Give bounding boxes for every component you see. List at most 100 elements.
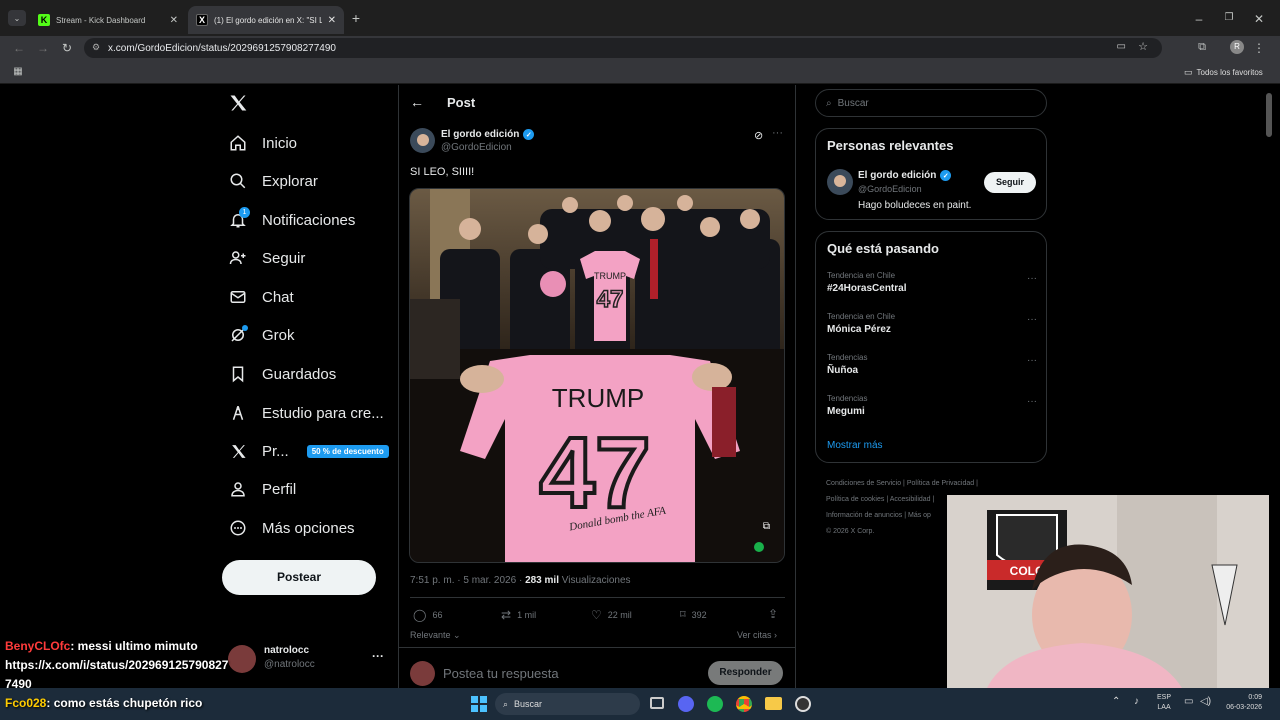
folder-icon: ▭ <box>1184 67 1193 77</box>
file-explorer-icon[interactable] <box>765 697 782 710</box>
footer-link[interactable]: Más op <box>908 512 931 519</box>
grok-explain-icon[interactable]: ⊘ <box>754 129 763 142</box>
mic-icon[interactable]: ♪ <box>1134 696 1139 707</box>
account-handle: @natrolocc <box>264 659 315 670</box>
nav-item-guardados[interactable]: Guardados <box>228 357 336 391</box>
trend-more-icon[interactable]: ··· <box>1027 355 1037 366</box>
address-bar[interactable]: ⚙ x.com/GordoEdicion/status/202969125790… <box>84 38 1162 58</box>
sort-dropdown[interactable]: Relevante ⌄ <box>410 630 461 641</box>
back-arrow-icon[interactable]: ← <box>410 94 424 110</box>
trend-item[interactable]: Tendencias Megumi ··· <box>827 394 1037 417</box>
trend-more-icon[interactable]: ··· <box>1027 396 1037 407</box>
search-box[interactable]: ⌕ Buscar <box>815 89 1047 117</box>
like-action[interactable]: ♡ 22 mil <box>591 608 632 622</box>
nav-item-grok[interactable]: Grok <box>228 318 295 352</box>
reload-icon[interactable]: ↻ <box>60 41 74 55</box>
photo-illustration: TRUMP 47 TRUMP 47 Donald bomb the AFA <box>410 189 784 562</box>
close-tab-icon[interactable]: ✕ <box>328 15 336 26</box>
nav-item-chat[interactable]: Chat <box>228 280 294 314</box>
language-indicator[interactable]: ESP LAA <box>1157 693 1171 713</box>
post-button[interactable]: Postear <box>222 560 376 595</box>
nav-item-seguir[interactable]: Seguir <box>228 241 305 275</box>
footer-link[interactable]: Política de cookies <box>826 496 884 503</box>
follow-button[interactable]: Seguir <box>984 172 1036 193</box>
back-icon[interactable]: ← <box>12 41 26 55</box>
view-count: 283 mil <box>525 575 559 586</box>
trend-item[interactable]: Tendencia en Chile Mónica Pérez ··· <box>827 312 1037 335</box>
tab-kick-dashboard[interactable]: K Stream - Kick Dashboard ✕ <box>30 6 186 34</box>
card-title: Personas relevantes <box>827 138 954 153</box>
trend-item[interactable]: Tendencia en Chile #24HorasCentral ··· <box>827 271 1037 294</box>
nav-item-premium[interactable]: Pr... 50 % de descuento <box>228 434 389 468</box>
all-bookmarks-folder[interactable]: ▭ Todos los favoritos <box>1184 67 1263 78</box>
post-more-icon[interactable]: ··· <box>772 127 783 139</box>
nav-item-perfil[interactable]: Perfil <box>228 472 296 506</box>
clock[interactable]: 0:09 06-03-2026 <box>1218 693 1262 713</box>
reply-button[interactable]: Responder <box>708 661 783 685</box>
post-image[interactable]: TRUMP 47 TRUMP 47 Donald bomb the AFA ⧉ <box>409 188 785 563</box>
share-icon[interactable]: ⇪ <box>768 607 778 621</box>
more-dots-icon[interactable]: ··· <box>372 649 384 663</box>
author-avatar[interactable] <box>410 128 435 153</box>
reply-action[interactable]: ◯ 66 <box>413 608 442 622</box>
trending-card: Qué está pasando Tendencia en Chile #24H… <box>815 231 1047 463</box>
nav-item-inicio[interactable]: Inicio <box>228 126 297 160</box>
volume-icon[interactable]: ◁) <box>1200 696 1211 707</box>
cast-icon[interactable]: ▭ <box>1117 41 1126 52</box>
footer-link[interactable]: Condiciones de Servicio <box>826 480 901 487</box>
browser-tab-bar: ⌄ K Stream - Kick Dashboard ✕ X (1) El g… <box>0 0 1280 36</box>
network-icon[interactable]: ▭ <box>1184 696 1193 707</box>
start-button[interactable] <box>471 696 487 712</box>
relevant-avatar[interactable] <box>827 169 853 195</box>
footer-link[interactable]: Política de Privacidad <box>907 480 974 487</box>
new-tab-button[interactable]: + <box>348 10 364 26</box>
mail-icon <box>228 287 248 307</box>
task-view-icon[interactable] <box>650 697 664 709</box>
more-circle-icon <box>228 518 248 538</box>
reply-input[interactable]: Postea tu respuesta <box>443 666 559 681</box>
bookmark-action[interactable]: ⌑ 392 <box>680 608 707 621</box>
browser-menu-icon[interactable]: ⋮ <box>1253 41 1265 55</box>
page-title: Post <box>447 95 476 110</box>
stream-chat-overlay: BenyCLOfc: messi ultimo mimuto https://x… <box>5 637 250 694</box>
extensions-icon[interactable]: ⧉ <box>1195 41 1209 54</box>
restore-window-icon[interactable]: ❐ <box>1222 12 1236 23</box>
repost-action[interactable]: ⇄ 1 mil <box>501 608 536 622</box>
site-info-icon[interactable]: ⚙ <box>92 42 100 53</box>
spotify-icon[interactable] <box>707 696 723 712</box>
tray-chevron-icon[interactable]: ⌃ <box>1112 696 1120 707</box>
nav-item-notificaciones[interactable]: 1 Notificaciones <box>228 203 355 237</box>
account-switcher[interactable]: natrolocc @natrolocc ··· <box>228 643 388 675</box>
discord-icon[interactable] <box>678 696 694 712</box>
bookmark-star-icon[interactable]: ☆ <box>1138 40 1148 53</box>
nav-item-explorar[interactable]: Explorar <box>228 164 318 198</box>
x-logo-home[interactable] <box>228 93 250 115</box>
footer-link[interactable]: Accesibilidad <box>890 496 931 503</box>
profile-avatar[interactable]: R <box>1230 40 1244 54</box>
grok-image-icon[interactable]: ⧉ <box>763 521 770 532</box>
taskbar-search[interactable]: ⌕ Buscar <box>495 693 640 715</box>
close-window-icon[interactable]: ✕ <box>1252 12 1266 26</box>
chat-message: BenyCLOfc: messi ultimo mimuto <box>5 639 198 653</box>
obs-icon[interactable] <box>795 696 811 712</box>
tab-x-post[interactable]: X (1) El gordo edición en X: "SI LE ✕ <box>188 6 344 34</box>
trend-item[interactable]: Tendencias Ñuñoa ··· <box>827 353 1037 376</box>
show-more-link[interactable]: Mostrar más <box>827 440 883 451</box>
apps-grid-icon[interactable]: ▦ <box>12 66 24 77</box>
forward-icon[interactable]: → <box>36 41 50 55</box>
tab-search-button[interactable]: ⌄ <box>8 10 26 26</box>
trend-more-icon[interactable]: ··· <box>1027 314 1037 325</box>
nav-label: Explorar <box>262 172 318 190</box>
nav-item-estudio[interactable]: Estudio para cre... <box>228 396 384 430</box>
view-quotes-link[interactable]: Ver citas › <box>737 630 777 640</box>
relevant-name[interactable]: El gordo edición ✓ <box>858 170 952 181</box>
close-tab-icon[interactable]: ✕ <box>170 15 178 26</box>
trend-more-icon[interactable]: ··· <box>1027 273 1037 284</box>
nav-item-mas-opciones[interactable]: Más opciones <box>228 511 355 545</box>
chrome-icon[interactable] <box>736 696 752 712</box>
footer-link[interactable]: Información de anuncios <box>826 512 902 519</box>
author-name[interactable]: El gordo edición ✓ <box>441 129 535 140</box>
page-scrollbar[interactable] <box>1266 93 1272 137</box>
windows-logo-icon <box>471 696 487 712</box>
minimize-window-icon[interactable]: – <box>1192 12 1206 26</box>
